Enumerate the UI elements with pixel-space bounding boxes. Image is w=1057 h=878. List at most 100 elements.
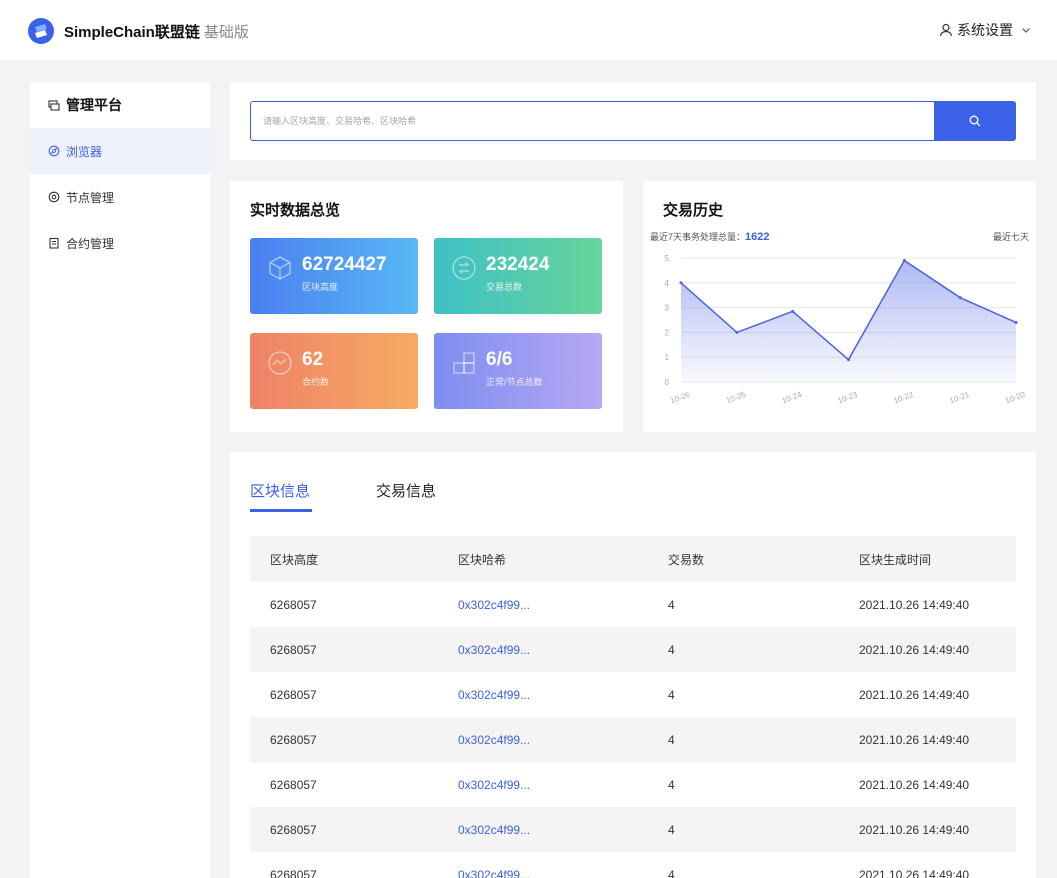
data-point: [791, 309, 795, 313]
sidebar-item-label: 合约管理: [66, 236, 115, 251]
block-hash-link[interactable]: 0x302c4f99...: [458, 868, 668, 878]
stat-label: 正常/节点总数: [486, 377, 543, 387]
data-point: [958, 296, 962, 300]
table-header-row: 区块高度 区块哈希 交易数 区块生成时间: [250, 536, 1016, 582]
grid-icon: [453, 352, 475, 374]
search-button[interactable]: [934, 101, 1016, 141]
active-tab-indicator: [250, 509, 312, 512]
block-time-cell: 2021.10.26 14:49:40: [859, 867, 970, 878]
block-height-cell: 6268057: [270, 732, 317, 747]
tx-count-cell: 4: [668, 822, 675, 837]
x-tick-label: 10-26: [669, 390, 692, 406]
table-row[interactable]: 6268057 0x302c4f99... 4 2021.10.26 14:49…: [250, 762, 1016, 807]
sidebar-item-contracts[interactable]: 合约管理: [30, 220, 210, 266]
x-tick-label: 10-24: [781, 390, 804, 406]
column-header: 区块哈希: [458, 552, 507, 567]
y-tick-label: 4: [665, 279, 670, 288]
data-point: [847, 358, 850, 362]
block-time-cell: 2021.10.26 14:49:40: [859, 822, 970, 837]
y-tick-label: 3: [665, 304, 670, 313]
search-icon: [969, 115, 981, 127]
block-height-cell: 6268057: [270, 777, 317, 792]
settings-label: 系统设置: [957, 22, 1013, 38]
block-height-cell: 6268057: [270, 597, 317, 612]
search-panel: [230, 82, 1036, 160]
cube-icon: [269, 256, 291, 280]
y-tick-label: 2: [665, 328, 670, 337]
block-table: 区块高度 区块哈希 交易数 区块生成时间 6268057 0x302c4f99.…: [250, 536, 1016, 878]
block-time-cell: 2021.10.26 14:49:40: [859, 597, 970, 612]
x-tick-label: 10-20: [1004, 390, 1027, 406]
pulse-icon: [268, 351, 292, 375]
top-bar: SimpleChain联盟链 基础版 系统设置: [0, 0, 1057, 60]
overview-title: 实时数据总览: [250, 202, 341, 219]
data-point: [735, 330, 739, 334]
block-time-cell: 2021.10.26 14:49:40: [859, 732, 970, 747]
transaction-history-chart: 0 1 2 3 4 5 10-26 10-25 10-24 10-23 10-22 10-21 10-2…: [665, 254, 1027, 406]
sidebar-item-nodes[interactable]: 节点管理: [30, 174, 210, 220]
tx-count-cell: 4: [668, 687, 675, 702]
stat-label: 合约数: [302, 377, 330, 387]
chevron-down-icon: [1022, 28, 1030, 33]
node-icon: [48, 191, 60, 203]
table-row[interactable]: 6268057 0x302c4f99... 4 2021.10.26 14:49…: [250, 807, 1016, 852]
platform-icon: [48, 100, 60, 111]
block-hash-link[interactable]: 0x302c4f99...: [458, 733, 668, 747]
block-hash-link[interactable]: 0x302c4f99...: [458, 688, 668, 702]
sidebar: 管理平台 浏览器 节点管理 合约管理: [30, 82, 210, 878]
series-area: [681, 260, 1016, 382]
block-height-cell: 6268057: [270, 642, 317, 657]
block-hash-link[interactable]: 0x302c4f99...: [458, 823, 668, 837]
x-tick-label: 10-21: [948, 390, 971, 406]
block-hash-link[interactable]: 0x302c4f99...: [458, 598, 668, 612]
sidebar-item-label: 浏览器: [66, 144, 103, 159]
search-input[interactable]: [250, 101, 934, 141]
contract-icon: [49, 237, 59, 249]
simplechain-logo-icon: [28, 18, 54, 44]
compass-icon: [48, 145, 60, 157]
column-header: 交易数: [668, 552, 705, 567]
table-row[interactable]: 6268057 0x302c4f99... 4 2021.10.26 14:49…: [250, 717, 1016, 762]
sidebar-title-label: 管理平台: [66, 97, 122, 113]
tx-count-cell: 4: [668, 867, 675, 878]
brand-name: SimpleChain联盟链: [64, 23, 200, 41]
block-hash-link[interactable]: 0x302c4f99...: [458, 778, 668, 792]
column-header: 区块高度: [270, 552, 319, 567]
transaction-history-panel: 交易历史 最近7天事务处理总量：1622 最近七天 0 1 2 3 4 5 10-26 10-…: [643, 181, 1036, 432]
table-row[interactable]: 6268057 0x302c4f99... 4 2021.10.26 14:49…: [250, 672, 1016, 717]
data-point: [902, 258, 906, 262]
stat-card-nodes[interactable]: 6/6 正常/节点总数: [434, 333, 602, 409]
table-row[interactable]: 6268057 0x302c4f99... 4 2021.10.26 14:49…: [250, 627, 1016, 672]
sidebar-item-label: 节点管理: [66, 190, 115, 205]
block-time-cell: 2021.10.26 14:49:40: [859, 777, 970, 792]
table-row[interactable]: 6268057 0x302c4f99... 4 2021.10.26 14:49…: [250, 582, 1016, 627]
stat-value: 232424: [486, 254, 550, 275]
stat-value: 62724427: [302, 254, 387, 275]
exchange-icon: [452, 256, 476, 280]
y-tick-label: 5: [665, 254, 670, 263]
block-info-panel: 区块信息 交易信息 区块高度 区块哈希 交易数 区块生成时间 6268057 0…: [230, 452, 1036, 878]
block-hash-link[interactable]: 0x302c4f99...: [458, 643, 668, 657]
stat-card-block-height[interactable]: 62724427 区块高度: [250, 238, 418, 314]
system-settings-menu[interactable]: 系统设置: [939, 20, 1035, 40]
x-tick-label: 10-23: [836, 390, 859, 406]
tab-block-info[interactable]: 区块信息: [250, 480, 310, 501]
sidebar-title: 管理平台: [30, 82, 210, 128]
data-point: [679, 281, 683, 285]
tab-transaction-info[interactable]: 交易信息: [376, 480, 436, 501]
stat-label: 区块高度: [302, 282, 339, 292]
realtime-overview-panel: 实时数据总览 62724427 区块高度 232424 交易总数 62 合约数 …: [230, 181, 623, 432]
tx-count-cell: 4: [668, 597, 675, 612]
stat-label: 交易总数: [486, 282, 523, 292]
brand-logo[interactable]: SimpleChain联盟链 基础版: [28, 18, 249, 44]
stat-card-total-transactions[interactable]: 232424 交易总数: [434, 238, 602, 314]
stat-card-contracts[interactable]: 62 合约数: [250, 333, 418, 409]
tx-count-cell: 4: [668, 777, 675, 792]
edition-label: 基础版: [203, 23, 249, 41]
stat-value: 62: [302, 349, 324, 370]
y-tick-label: 1: [665, 353, 670, 362]
table-row[interactable]: 6268057 0x302c4f99... 4 2021.10.26 14:49…: [250, 852, 1016, 878]
x-tick-label: 10-25: [725, 390, 748, 406]
sidebar-item-browser[interactable]: 浏览器: [30, 128, 210, 174]
column-header: 区块生成时间: [859, 552, 932, 567]
